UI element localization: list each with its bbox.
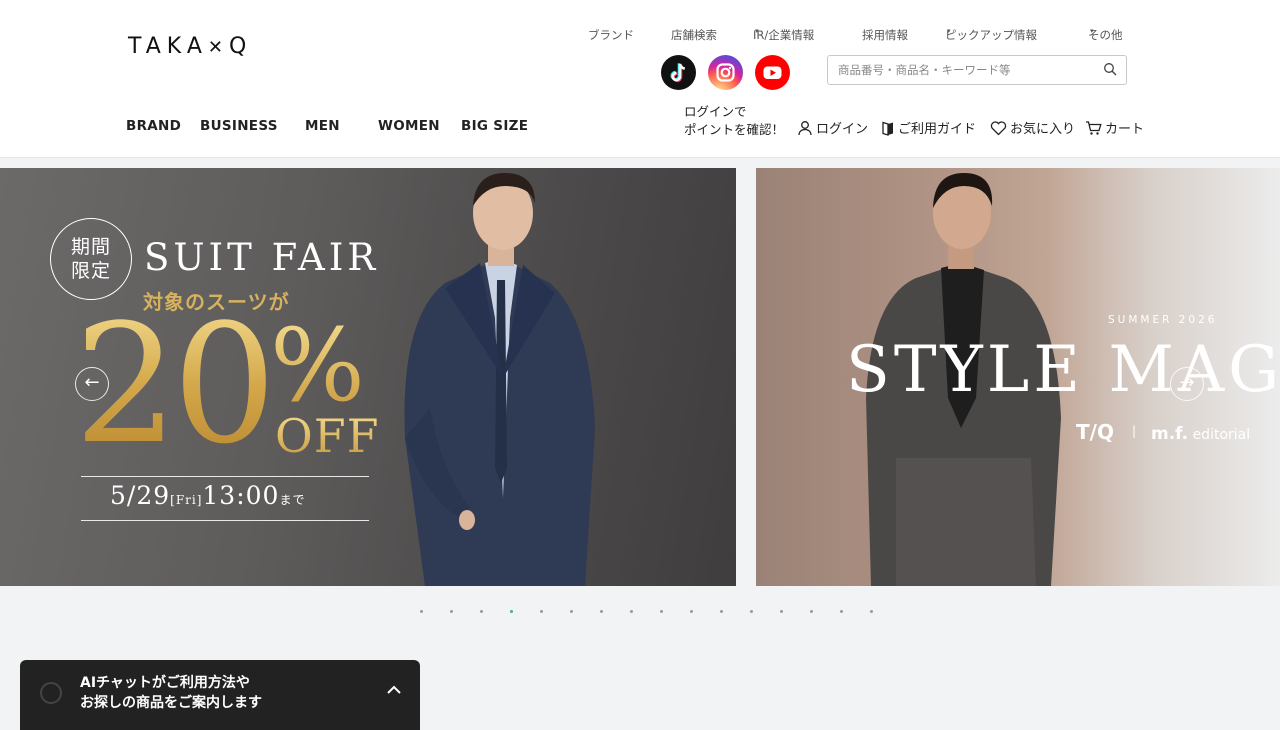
- login-promo-line2: ポイントを確認！: [684, 122, 785, 137]
- chat-line2: お探しの商品をご案内します: [80, 695, 262, 711]
- caret-down-icon: ▾: [947, 27, 951, 35]
- mf-bold: m.f.: [1151, 424, 1189, 444]
- carousel-dot[interactable]: [570, 610, 573, 613]
- login-promo-line1: ログインで: [684, 104, 747, 119]
- carousel-prev-button[interactable]: ←: [75, 367, 109, 401]
- guide-link[interactable]: ご利用ガイド: [881, 118, 976, 137]
- chat-icon: [40, 682, 62, 704]
- chevron-up-icon[interactable]: [386, 682, 402, 698]
- date-time: 13:00: [202, 481, 280, 510]
- carousel-dot[interactable]: [660, 610, 663, 613]
- carousel-dot[interactable]: [420, 610, 423, 613]
- model-photo: [404, 173, 595, 586]
- cart-icon: [1086, 121, 1102, 135]
- date-suffix: まで: [279, 493, 306, 507]
- chat-line1: AIチャットがご利用方法や: [80, 675, 250, 691]
- carousel-dot[interactable]: [720, 610, 723, 613]
- site-header: TAKA✕Q ブランド 店舗検索 IR/企業情報 ▾ 採用情報 ピックアップ情報 ▾…: [0, 0, 1280, 158]
- search-input[interactable]: [838, 61, 1093, 79]
- user-icon: [798, 121, 812, 136]
- login-link[interactable]: ログイン: [797, 118, 868, 137]
- search-icon[interactable]: [1103, 62, 1118, 77]
- carousel-dot[interactable]: [540, 610, 543, 613]
- login-label: ログイン: [816, 122, 869, 137]
- carousel-dot[interactable]: [750, 610, 753, 613]
- favorites-link[interactable]: お気に入り: [990, 118, 1075, 137]
- arrow-right-icon: →: [1179, 372, 1195, 393]
- carousel-dot[interactable]: [870, 610, 873, 613]
- suit-fair-title: SUIT FAIR: [144, 236, 380, 279]
- carousel-slide-suit-fair[interactable]: 期間限定 SUIT FAIR 対象のスーツが 20 % OFF 5/29[Fri…: [0, 168, 736, 586]
- sale-end-date: 5/29[Fri]13:00まで: [110, 481, 305, 510]
- arrow-left-icon: ←: [84, 372, 100, 393]
- carousel-dot[interactable]: [780, 610, 783, 613]
- badge-line1: 期間: [70, 236, 111, 258]
- guide-book-icon: [882, 121, 893, 136]
- mf-rest: editorial: [1192, 427, 1251, 443]
- carousel-next-button[interactable]: →: [1170, 367, 1204, 401]
- mf-editorial-logo: m.f. editorial: [1151, 424, 1250, 444]
- heart-icon: [990, 121, 1007, 136]
- guide-label: ご利用ガイド: [898, 122, 977, 137]
- style-magazine-title: STYLE MAGA: [846, 333, 1280, 407]
- main-nav-women[interactable]: WOMEN: [378, 118, 440, 134]
- carousel-dot[interactable]: [840, 610, 843, 613]
- date-main: 5/29: [110, 481, 171, 510]
- discount-percent: %: [270, 307, 366, 424]
- carousel-dot[interactable]: [630, 610, 633, 613]
- caret-down-icon: ▾: [1090, 27, 1094, 35]
- discount-off: OFF: [275, 409, 380, 463]
- search-box: [827, 55, 1127, 85]
- site-logo[interactable]: TAKA✕Q: [128, 34, 252, 59]
- season-label: SUMMER 2026: [1108, 314, 1218, 326]
- badge-line2: 限定: [70, 260, 111, 282]
- carousel-dot[interactable]: [600, 610, 603, 613]
- divider-top: [81, 476, 369, 477]
- limited-time-badge: 期間 限定: [50, 218, 132, 300]
- cart-label: カート: [1105, 122, 1145, 137]
- cart-link[interactable]: カート: [1085, 118, 1144, 137]
- divider-bottom: [81, 520, 369, 521]
- main-nav-men[interactable]: MEN: [305, 118, 340, 134]
- carousel-dot[interactable]: [690, 610, 693, 613]
- favorites-label: お気に入り: [1010, 122, 1076, 137]
- brand-divider: |: [1132, 424, 1137, 438]
- date-day: [Fri]: [170, 493, 203, 507]
- tiktok-icon[interactable]: [661, 55, 696, 90]
- main-nav-business[interactable]: BUSINESS: [200, 118, 278, 134]
- chat-message: AIチャットがご利用方法や お探しの商品をご案内します: [80, 673, 262, 713]
- carousel-dot[interactable]: [480, 610, 483, 613]
- caret-down-icon: ▾: [755, 27, 759, 35]
- carousel-dot[interactable]: [510, 610, 513, 613]
- main-nav-big-size[interactable]: BIG SIZE: [461, 118, 528, 134]
- youtube-icon[interactable]: [755, 55, 790, 90]
- carousel-dot[interactable]: [450, 610, 453, 613]
- instagram-icon[interactable]: [708, 55, 743, 90]
- main-nav-brand[interactable]: BRAND: [126, 118, 181, 134]
- login-promo[interactable]: ログインで ポイントを確認！: [684, 103, 784, 139]
- tq-brand-logo: T/Q: [1076, 420, 1114, 444]
- carousel-dot[interactable]: [810, 610, 813, 613]
